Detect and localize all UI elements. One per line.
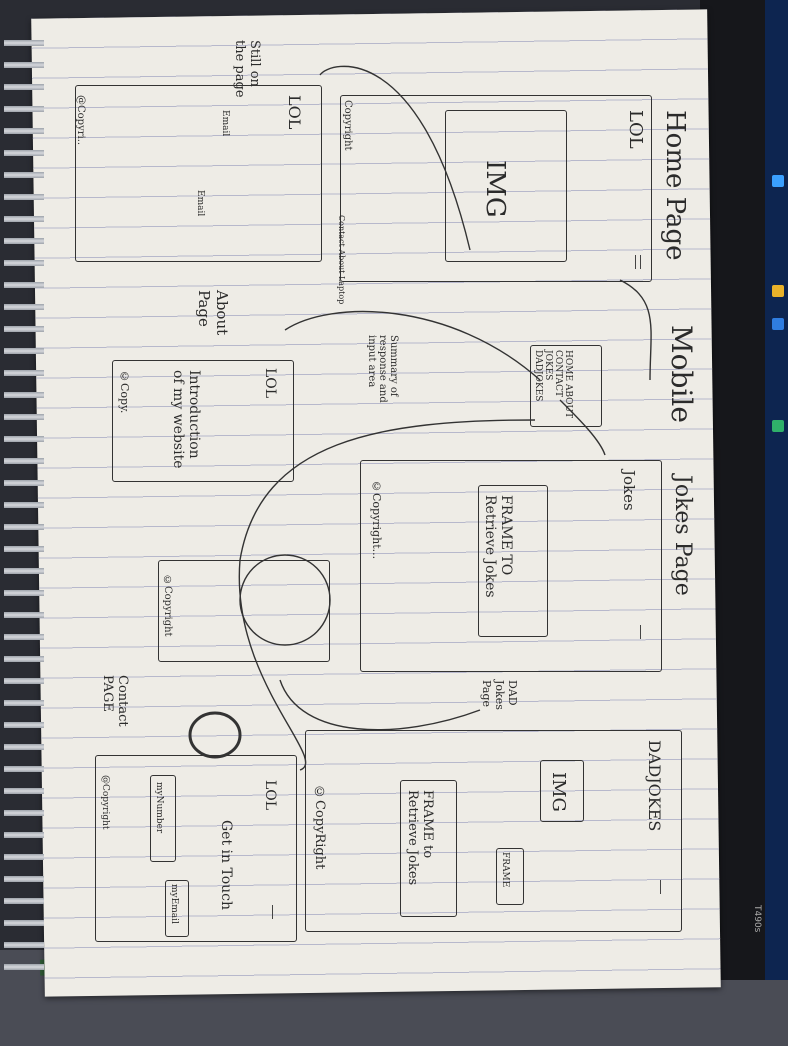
- arrow-home-to-scrolled: [319, 65, 471, 251]
- flow-arrows: [188, 65, 652, 771]
- arrow-menu-to-contact: [238, 419, 536, 771]
- scribble-circle: [239, 554, 331, 646]
- scribble-blot: [188, 711, 242, 759]
- arrow-home-to-menu: [619, 279, 652, 381]
- arrow-menu-to-about: [284, 310, 541, 381]
- arrow-to-dadjokes: [279, 679, 481, 731]
- arrow-menu-to-jokes: [559, 399, 606, 456]
